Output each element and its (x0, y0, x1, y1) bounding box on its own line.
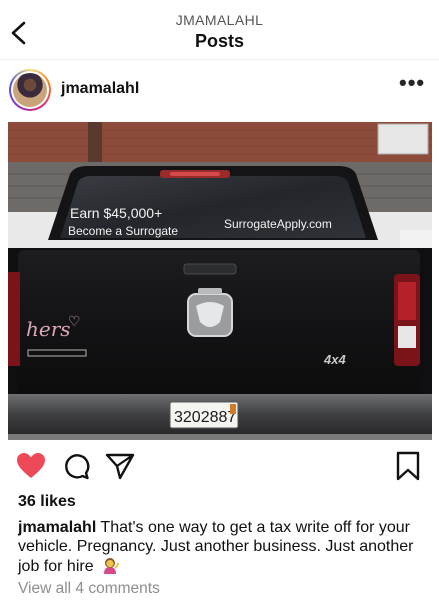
badge-4x4: 4x4 (323, 352, 346, 367)
post-image[interactable]: Earn $45,000+ Become a Surrogate Surroga… (8, 122, 432, 440)
save-button[interactable] (392, 450, 424, 482)
heart-decal-icon: ♡ (68, 313, 81, 329)
window-text-line1: Earn $45,000+ (70, 205, 162, 221)
more-options-button[interactable]: ••• (399, 72, 425, 98)
post-caption: jmamalahl That's one way to get a tax wr… (18, 518, 428, 576)
license-plate: 3202887 (174, 409, 236, 426)
window-text-line2: Become a Surrogate (68, 224, 178, 238)
top-bar: JMAMALAHL Posts (0, 0, 439, 60)
paper-plane-icon (105, 453, 135, 480)
window-text-url: SurrogateApply.com (224, 217, 332, 231)
like-button[interactable] (15, 450, 47, 482)
comment-bubble-icon (65, 454, 90, 480)
post-header: jmamalahl ••• (0, 66, 439, 112)
account-label: JMAMALAHL (175, 12, 264, 28)
woman-tipping-hand-emoji (104, 558, 120, 574)
comment-button[interactable] (60, 450, 92, 482)
post-actions (0, 450, 439, 484)
share-button[interactable] (104, 450, 136, 482)
decal-script: hers (26, 317, 71, 341)
bookmark-icon (396, 451, 420, 481)
ram-logo (187, 288, 233, 337)
view-comments-link[interactable]: View all 4 comments (18, 580, 160, 598)
caption-username[interactable]: jmamalahl (18, 519, 96, 536)
avatar[interactable] (9, 69, 51, 111)
page-title: Posts (194, 31, 245, 51)
likes-count[interactable]: 36 likes (18, 493, 76, 511)
heart-filled-icon (17, 453, 45, 478)
post-username[interactable]: jmamalahl (61, 80, 139, 98)
